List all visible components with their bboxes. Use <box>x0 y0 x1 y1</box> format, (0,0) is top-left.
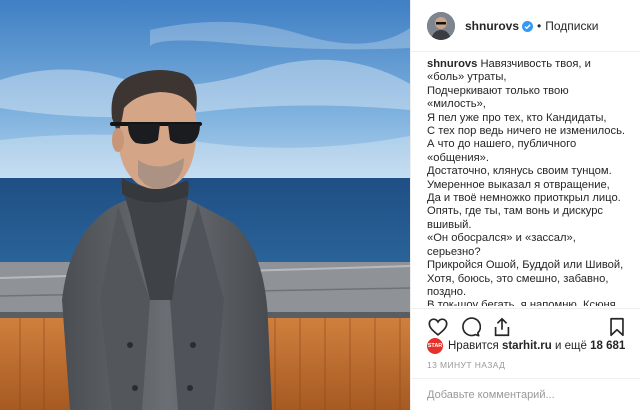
coat-button <box>132 385 138 391</box>
photo-image <box>0 0 410 410</box>
caption-text: Навязчивость твоя, и «боль» утраты, Подч… <box>427 58 626 306</box>
likes-prefix: Нравится <box>448 340 499 352</box>
coat-button <box>190 342 196 348</box>
instagram-post: shnurovs • Подписки shnurovs Навязчивост… <box>0 0 640 410</box>
liker-username[interactable]: starhit.ru <box>502 340 552 352</box>
header-separator: • <box>537 18 542 33</box>
ear <box>112 128 124 152</box>
heart-icon[interactable] <box>427 316 449 338</box>
likes-line: STAR Нравится starhit.ru и ещё 18 681 <box>427 338 630 354</box>
coat-button <box>187 385 193 391</box>
verified-badge-icon <box>522 21 534 32</box>
likes-count[interactable]: 18 681 <box>590 340 625 352</box>
coat-button <box>127 342 133 348</box>
following-button[interactable]: Подписки <box>545 19 598 33</box>
comment-input[interactable]: Добавьте комментарий... <box>411 378 640 410</box>
post-photo[interactable] <box>0 0 410 410</box>
liker-avatar[interactable]: STAR <box>427 338 443 354</box>
post-side-panel: shnurovs • Подписки shnurovs Навязчивост… <box>410 0 640 410</box>
header-username[interactable]: shnurovs <box>465 19 519 33</box>
post-caption: shnurovs Навязчивость твоя, и «боль» утр… <box>411 52 640 306</box>
likes-middle: и ещё <box>555 340 587 352</box>
share-icon[interactable] <box>491 316 513 338</box>
user-avatar[interactable] <box>427 11 455 40</box>
post-actions <box>411 308 640 338</box>
post-timestamp[interactable]: 13 МИНУТ НАЗАД <box>427 360 505 370</box>
post-header: shnurovs • Подписки <box>411 0 640 52</box>
caption-username[interactable]: shnurovs <box>427 58 477 70</box>
comment-icon[interactable] <box>459 316 481 338</box>
bookmark-icon[interactable] <box>606 316 628 338</box>
